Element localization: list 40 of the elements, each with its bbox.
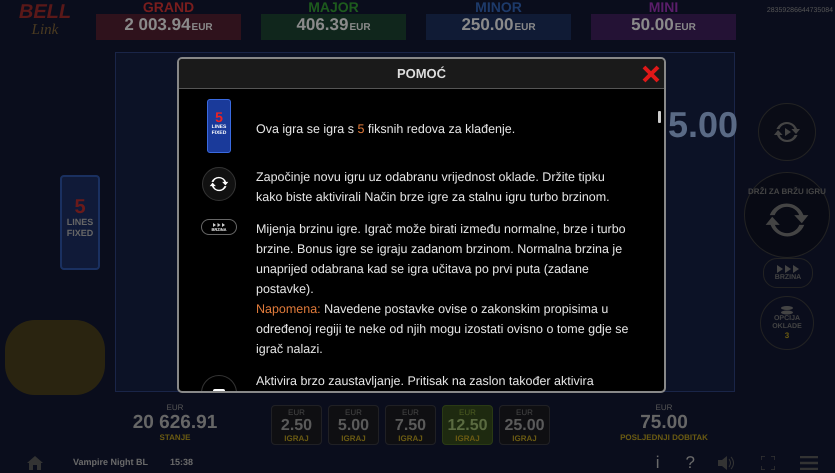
dialog-title: POMOĆ [396,64,446,83]
help-text: Mijenja brzinu igre. Igrač može birati između normalne, brze i turbo brzine. Bonus igre se igraju zadanom brzinom. Normalna brzina je unaprijed odabrana kad se igra učitava po prvi puta (zadane postavke). Napomena: Navedene postavke ovise o zakonskim propisima u određenoj regiji te neke od njih mogu izostati ovisno o tome gdje se igrač nalazi. [256,221,630,358]
lines-label: LINES [66,217,94,228]
logo-text: BELL [18,2,72,22]
amount-value: 75.00 [640,413,688,433]
logo-text: Link [32,22,58,38]
fast-forward-icon [777,264,799,272]
info-button[interactable]: i [656,454,660,472]
scrollbar-thumb[interactable] [658,111,661,123]
speaker-icon[interactable] [718,456,734,470]
spin-button[interactable]: DRŽI ZA BRŽU IGRU [744,172,830,258]
jackpot-name: GRAND [142,0,194,14]
lines-label: FIXED [66,228,94,239]
game-name: Vampire Night BL [73,456,148,469]
help-button[interactable]: ? [686,454,695,472]
currency-label: EUR [166,403,184,413]
jackpot-amount: 406.39EUR [296,15,371,36]
jackpot-amount: 50.00EUR [631,15,696,36]
jackpot-amount: 2 003.94EUR [124,15,213,36]
jackpot-name: MAJOR [308,0,359,14]
jackpot-amount: 250.00EUR [461,15,536,36]
win-amount: 5.00 [668,103,738,147]
help-text: Aktivira brzo zaustavljanje. Pritisak na zaslon također aktivira [256,373,594,390]
refresh-icon [209,174,229,194]
clock-time: 15:38 [170,456,194,469]
fast-forward-icon [213,222,225,226]
amount-label: STANJE [160,433,190,443]
currency-label: EUR [656,403,672,413]
menu-icon[interactable] [800,456,818,470]
amount-value: 20 626.91 [132,413,218,433]
coins-icon [780,306,794,315]
help-text: Započinje novu igru uz odabranu vrijednost oklade. Držite tipku kako biste aktivirali Način brze igre za stalnu igru turbo brzinom. [256,169,611,206]
lines-number: 5 [74,197,86,217]
help-text: Ova igra se igra s 5 fiksnih redova za klađenje. [256,121,516,138]
fullscreen-icon[interactable] [761,456,775,470]
close-icon[interactable] [642,65,660,83]
home-icon[interactable] [27,456,43,470]
jackpot-name: MINOR [475,0,522,14]
amount-label: POSLJEDNJI DOBITAK [620,433,708,443]
jackpot-name: MINI [648,0,678,14]
